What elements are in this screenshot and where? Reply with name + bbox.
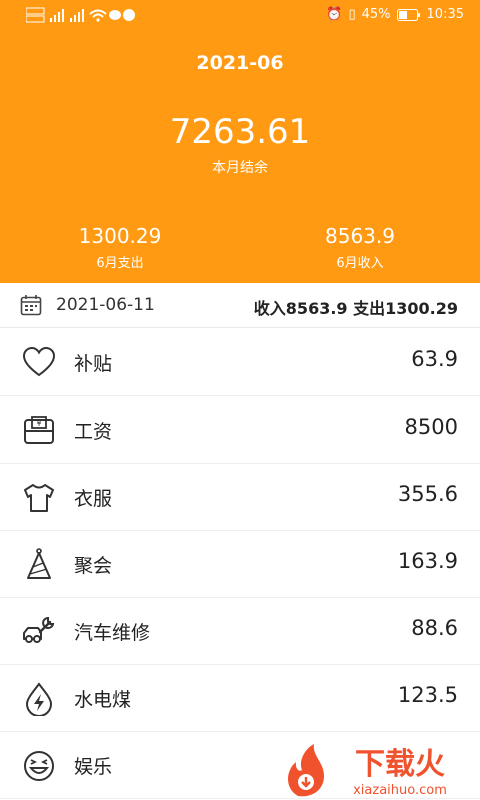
- income-value: 8563.9: [325, 224, 395, 248]
- car-repair-icon: [23, 616, 55, 643]
- signal-icons: [26, 7, 135, 23]
- entry-amount: 88.6: [411, 616, 458, 640]
- entry-row-subsidy[interactable]: 补贴 63.9: [0, 328, 480, 396]
- laugh-face-icon: [24, 751, 54, 781]
- party-hat-icon: [27, 548, 51, 579]
- day-summary-row[interactable]: 2021-06-11 收入8563.9 支出1300.29: [0, 283, 480, 328]
- month-balance-value: 7263.61: [169, 112, 311, 152]
- day-totals: 收入8563.9 支出1300.29: [253, 299, 458, 318]
- shirt-icon: [24, 484, 54, 512]
- entry-name: 补贴: [74, 353, 113, 375]
- expense-summary[interactable]: 1300.29 6月支出: [0, 224, 240, 271]
- entry-amount: 355.6: [397, 482, 458, 506]
- month-selector[interactable]: 2021-06: [0, 52, 480, 74]
- entry-amount: 123.5: [397, 683, 458, 707]
- entry-row-utilities[interactable]: 水电煤 123.5: [0, 664, 480, 732]
- battery-percent: 45%: [361, 7, 391, 22]
- alarm-icon: ⏰: [326, 7, 343, 22]
- vibrate-icon: ▯: [348, 7, 356, 22]
- entry-amount: 8500: [404, 415, 458, 439]
- watermark-cn: 下载火: [355, 747, 445, 782]
- battery-icon: [396, 8, 420, 21]
- watermark-logo: 下载火 xiazaihuo.com: [288, 744, 447, 798]
- month-balance-label: 本月结余: [212, 160, 268, 176]
- entry-name: 水电煤: [74, 689, 132, 711]
- clock: 10:35: [426, 7, 464, 22]
- entry-name: 汽车维修: [74, 622, 151, 644]
- expense-label: 6月支出: [96, 256, 144, 271]
- status-left: [26, 6, 136, 24]
- entry-name: 娱乐: [74, 756, 113, 778]
- day-date: 2021-06-11: [56, 295, 155, 315]
- watermark-en: xiazaihuo.com: [353, 783, 447, 798]
- calendar-icon: [20, 295, 42, 316]
- entry-row-salary[interactable]: ¥ 工资 8500: [0, 396, 480, 464]
- expense-value: 1300.29: [78, 224, 162, 248]
- summary-header: ⏰ ▯ 45% 10:35 2021-06 7263.61 本月结余 1300.…: [0, 0, 480, 283]
- entry-amount: 63.9: [411, 347, 458, 371]
- entry-row-party[interactable]: 聚会 163.9: [0, 530, 480, 598]
- income-summary[interactable]: 8563.9 6月收入: [240, 224, 480, 271]
- entry-amount: 163.9: [397, 549, 458, 573]
- entry-row-car-repair[interactable]: 汽车维修 88.6: [0, 597, 480, 665]
- svg-text:¥: ¥: [36, 419, 41, 428]
- heart-icon: [22, 346, 56, 377]
- salary-envelope-icon: ¥: [24, 416, 54, 444]
- status-right: ⏰ ▯ 45% 10:35: [326, 7, 464, 22]
- utility-bolt-icon: [25, 682, 53, 716]
- entry-name: 衣服: [74, 488, 113, 510]
- entry-name: 工资: [74, 421, 113, 443]
- income-label: 6月收入: [336, 256, 384, 271]
- status-bar: ⏰ ▯ 45% 10:35: [0, 0, 480, 34]
- entry-name: 聚会: [74, 555, 113, 577]
- entry-row-clothes[interactable]: 衣服 355.6: [0, 463, 480, 531]
